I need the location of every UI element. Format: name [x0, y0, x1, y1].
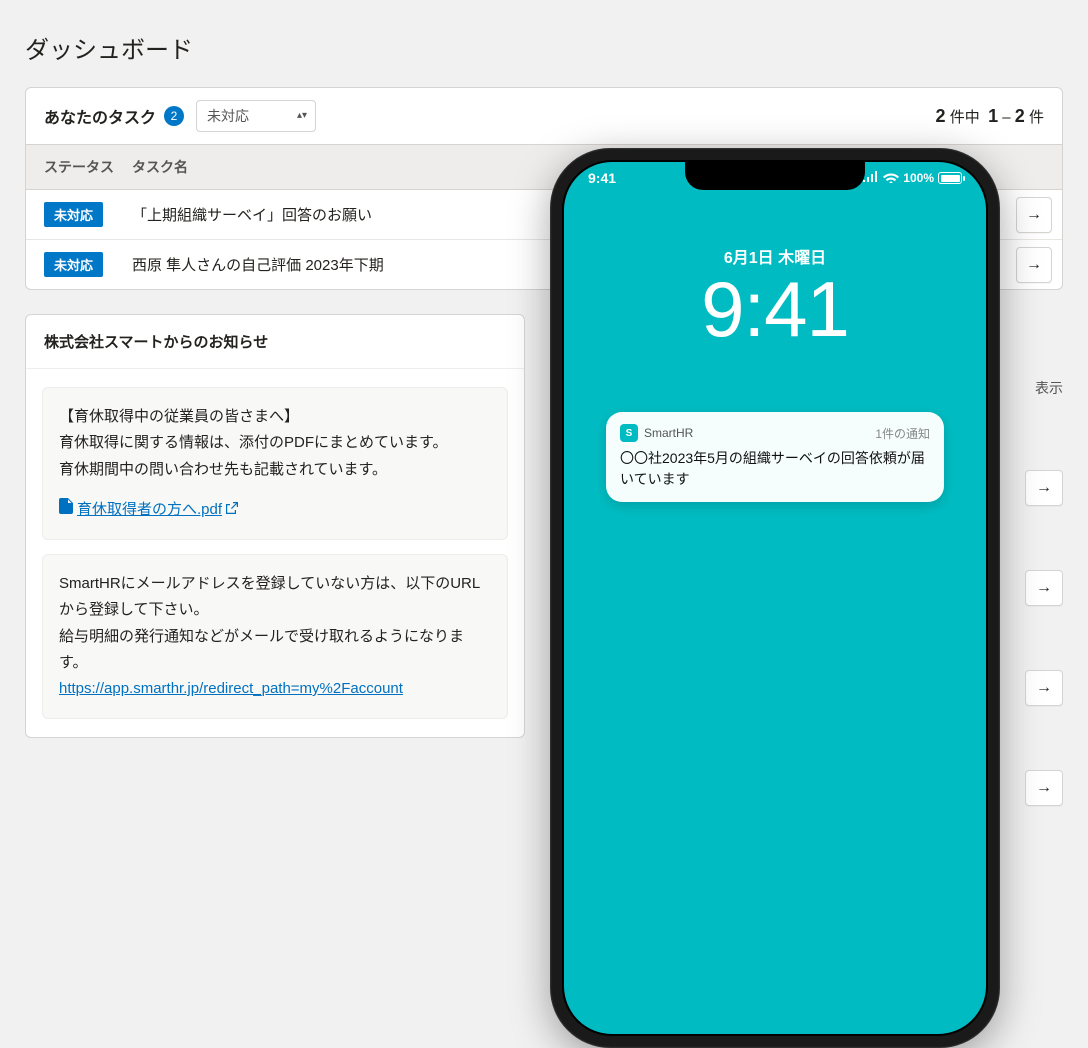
attachment-link[interactable]: 育休取得者の方へ.pdf: [59, 497, 238, 523]
app-icon: S: [620, 424, 638, 442]
column-status: ステータス: [26, 145, 126, 189]
arrow-right-icon: →: [1036, 679, 1052, 697]
notification-app-name: SmartHR: [644, 426, 693, 440]
arrow-right-icon: →: [1026, 206, 1042, 224]
chevron-down-icon: ▴▾: [297, 111, 307, 121]
push-notification[interactable]: S SmartHR 1件の通知 〇〇社2023年5月の組織サーベイの回答依頼が届…: [606, 412, 944, 502]
tasks-panel-header: あなたのタスク 2 未対応 ▴▾ 2 件中 1 – 2 件: [26, 88, 1062, 144]
right-column-stubs: 表示 → → → →: [1025, 370, 1063, 806]
phone-screen: 9:41 100% 6月1日 木曜日 9:41 S SmartHR 1件の通知 …: [562, 160, 988, 1036]
lock-screen-time: 9:41: [564, 264, 986, 355]
status-badge: 未対応: [44, 202, 103, 227]
page-title: ダッシュボード: [0, 0, 1088, 87]
open-task-button[interactable]: →: [1016, 197, 1052, 233]
notice-heading: 【育休取得中の従業員の皆さまへ】: [59, 404, 491, 430]
notice-card: 【育休取得中の従業員の皆さまへ】 育休取得に関する情報は、添付のPDFにまとめて…: [42, 387, 508, 540]
battery-percent: 100%: [903, 171, 934, 185]
show-toggle[interactable]: 表示: [1035, 370, 1063, 406]
arrow-right-icon: →: [1026, 256, 1042, 274]
notification-text: 〇〇社2023年5月の組織サーベイの回答依頼が届いています: [620, 448, 930, 490]
battery-icon: [938, 172, 962, 184]
notice-card: SmartHRにメールアドレスを登録していない方は、以下のURLから登録して下さ…: [42, 554, 508, 719]
pagination-text: 2 件中 1 – 2 件: [936, 106, 1044, 127]
notice-text: 育休取得に関する情報は、添付のPDFにまとめています。: [59, 430, 491, 456]
open-task-button[interactable]: →: [1016, 247, 1052, 283]
phone-status-time: 9:41: [588, 170, 616, 186]
status-badge: 未対応: [44, 252, 103, 277]
arrow-right-icon: →: [1036, 579, 1052, 597]
tasks-count-badge: 2: [164, 106, 184, 126]
list-item-open-button[interactable]: →: [1025, 470, 1063, 506]
signal-icon: [863, 171, 879, 185]
arrow-right-icon: →: [1036, 479, 1052, 497]
phone-notch: [685, 162, 865, 190]
notice-text: 給与明細の発行通知などがメールで受け取れるようになります。: [59, 624, 491, 677]
notice-panel: 株式会社スマートからのお知らせ 【育休取得中の従業員の皆さまへ】 育休取得に関す…: [25, 314, 525, 738]
notification-count: 1件の通知: [875, 425, 930, 442]
list-item-open-button[interactable]: →: [1025, 670, 1063, 706]
file-icon: [59, 497, 73, 523]
register-url-link[interactable]: https://app.smarthr.jp/redirect_path=my%…: [59, 680, 403, 697]
wifi-icon: [883, 171, 899, 186]
status-filter-value: 未対応: [207, 108, 249, 124]
tasks-title: あなたのタスク: [44, 104, 156, 128]
notice-text: 育休期間中の問い合わせ先も記載されています。: [59, 457, 491, 483]
notice-text: SmartHRにメールアドレスを登録していない方は、以下のURLから登録して下さ…: [59, 571, 491, 624]
external-link-icon: [226, 499, 238, 522]
list-item-open-button[interactable]: →: [1025, 770, 1063, 806]
notice-title: 株式会社スマートからのお知らせ: [44, 331, 268, 352]
arrow-right-icon: →: [1036, 779, 1052, 797]
list-item-open-button[interactable]: →: [1025, 570, 1063, 606]
status-filter-select[interactable]: 未対応 ▴▾: [196, 100, 316, 132]
phone-mockup: 9:41 100% 6月1日 木曜日 9:41 S SmartHR 1件の通知 …: [550, 148, 1000, 1048]
notice-header: 株式会社スマートからのお知らせ: [26, 315, 524, 369]
attachment-filename: 育休取得者の方へ.pdf: [77, 497, 222, 523]
